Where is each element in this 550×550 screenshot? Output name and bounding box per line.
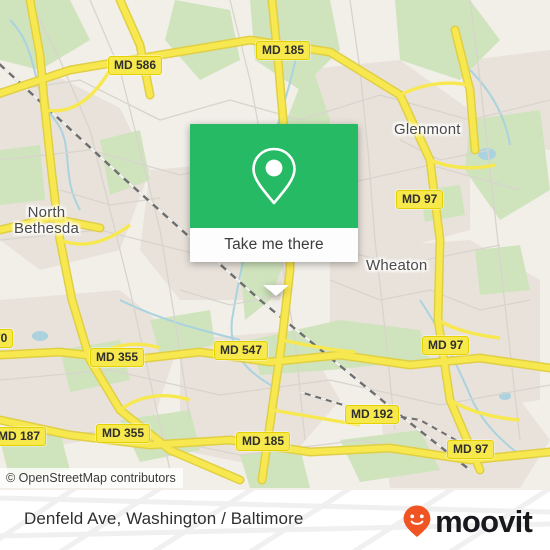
road-shield-md-97-south: MD 97 — [447, 440, 495, 459]
road-shield-md-187: MD 187 — [0, 427, 47, 446]
road-shield-md-192: MD 192 — [345, 405, 400, 424]
take-me-there-label: Take me there — [224, 236, 324, 253]
location-pin-icon — [252, 147, 296, 205]
screenshot-root: Glenmont North Bethesda Wheaton MD 185 M… — [0, 0, 550, 550]
callout-icon-area — [190, 124, 358, 228]
map-canvas[interactable]: Glenmont North Bethesda Wheaton MD 185 M… — [0, 0, 550, 490]
moovit-wordmark: moovit — [435, 503, 533, 539]
callout-action-area[interactable]: Take me there — [190, 228, 358, 262]
moovit-smiley-pin-icon — [403, 505, 431, 537]
road-shield-md-185-south: MD 185 — [236, 432, 291, 451]
osm-attribution[interactable]: © OpenStreetMap contributors — [0, 468, 183, 488]
road-shield-md-97: MD 97 — [396, 190, 444, 209]
footer-bar: Denfeld Ave, Washington / Baltimore moov… — [0, 490, 550, 550]
location-title: Denfeld Ave, Washington / Baltimore — [24, 509, 304, 528]
road-shield-md-355: MD 355 — [90, 348, 145, 367]
road-shield-md-586: MD 586 — [108, 56, 163, 75]
moovit-logo[interactable]: moovit — [402, 503, 533, 539]
destination-callout-card[interactable]: Take me there — [190, 124, 358, 296]
road-shield-i-270: 70 — [0, 329, 14, 348]
road-shield-md-355-south: MD 355 — [96, 424, 151, 443]
road-shield-md-547: MD 547 — [214, 341, 269, 360]
road-shield-md-97-east: MD 97 — [422, 336, 470, 355]
callout-pointer — [263, 285, 289, 296]
road-shield-md-185: MD 185 — [256, 41, 311, 60]
